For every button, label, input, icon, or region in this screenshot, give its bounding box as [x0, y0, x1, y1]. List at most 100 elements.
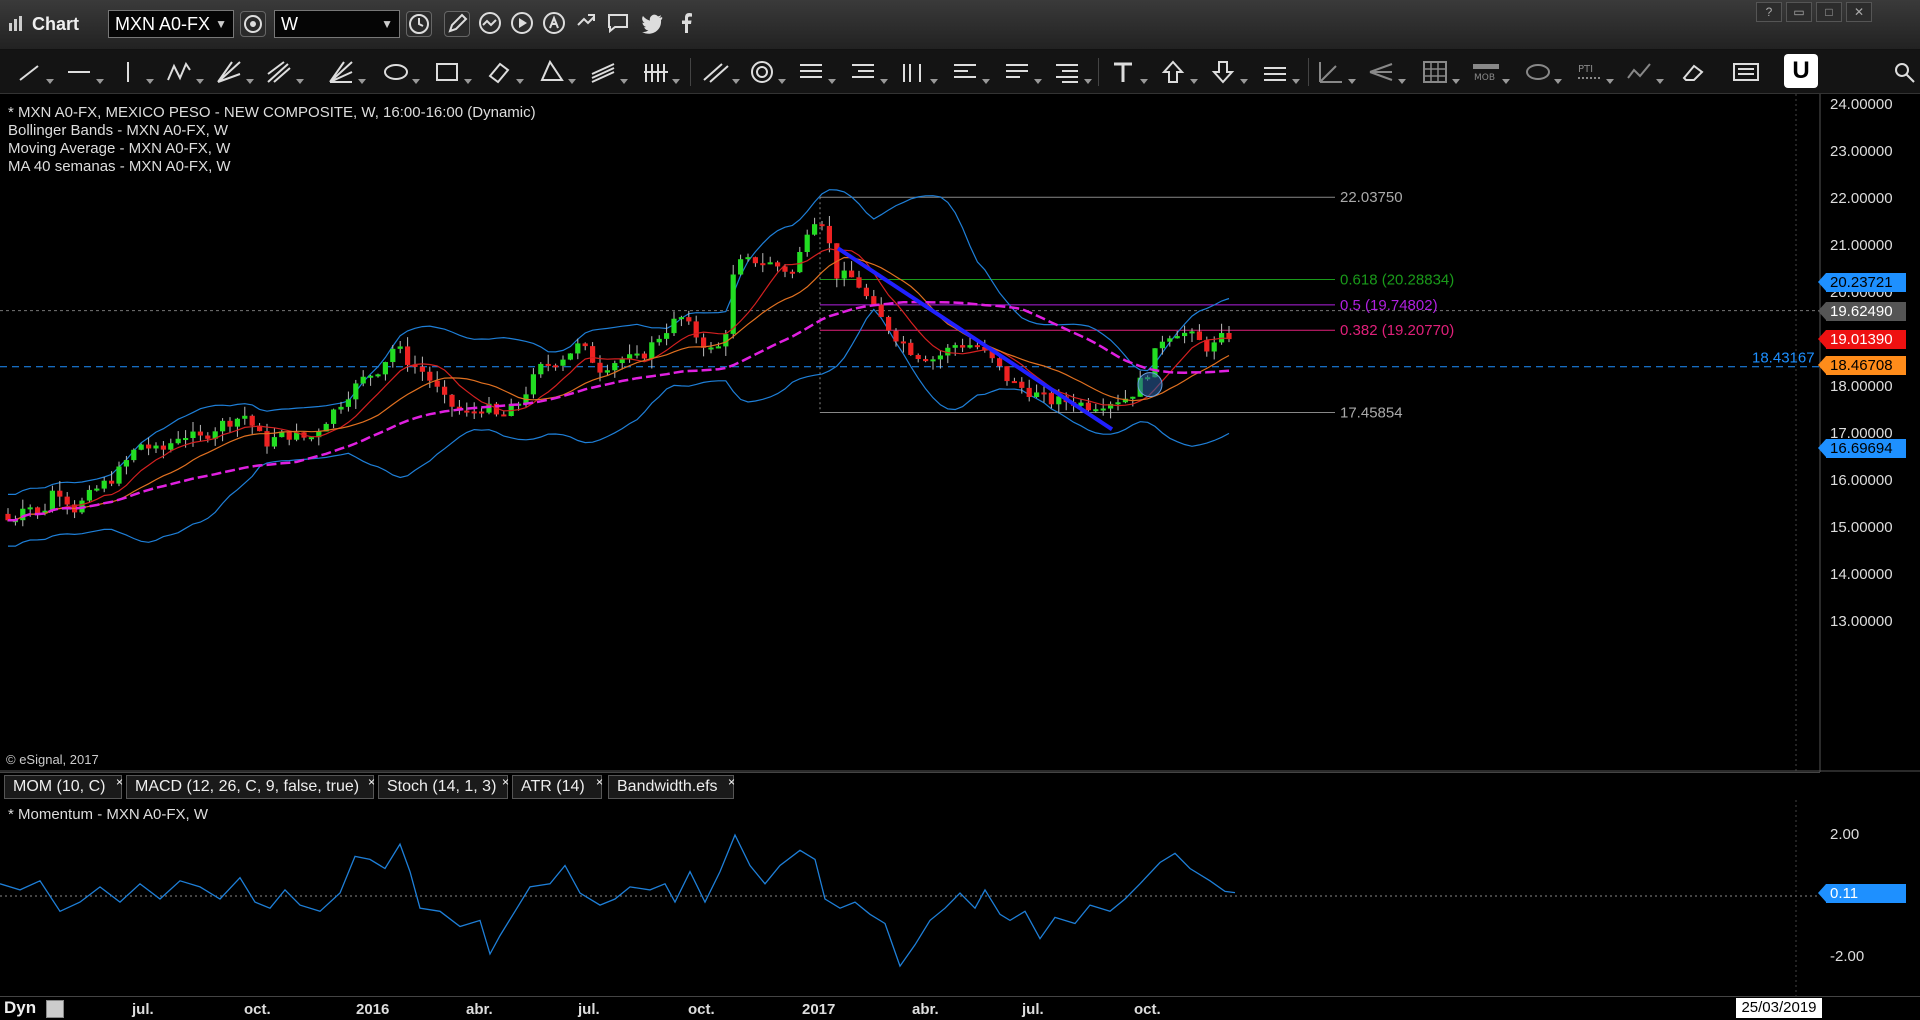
facebook-icon[interactable] [674, 11, 700, 37]
close-window-button[interactable]: ✕ [1846, 2, 1872, 22]
close-icon[interactable]: × [116, 771, 123, 793]
settings-icon[interactable] [240, 11, 266, 37]
price-chart[interactable]: 18.43167 22.03750 0.618 (20.28834) 0.5 (19… [0, 94, 1920, 772]
eraser-tool[interactable] [1678, 58, 1720, 86]
grid-tool[interactable] [1420, 58, 1462, 86]
bear-candle [826, 225, 832, 244]
triangle-tool[interactable] [536, 58, 578, 86]
pitchfork-tool[interactable] [1366, 58, 1408, 86]
bull-candle [767, 262, 773, 265]
andrews-tool[interactable] [1624, 58, 1666, 86]
ellipse-tool[interactable] [380, 58, 422, 86]
arrow-down-tool[interactable] [1208, 58, 1250, 86]
regression-tool[interactable] [1002, 58, 1044, 86]
time-tick-label: jul. [1022, 1001, 1044, 1018]
tab-atr[interactable]: ATR (14) × [512, 775, 603, 799]
parallel-tool[interactable] [700, 58, 742, 86]
mob-tool[interactable]: MOB [1470, 58, 1512, 86]
bear-candle [908, 342, 914, 355]
line-tool[interactable] [14, 58, 56, 86]
bull-candle [730, 274, 736, 334]
arrow-up-tool[interactable] [1158, 58, 1200, 86]
quadrant-tool[interactable] [1052, 58, 1094, 86]
close-icon[interactable]: × [502, 771, 509, 793]
horizontal-line-tool[interactable] [64, 58, 106, 86]
tab-mom[interactable]: MOM (10, C) × [4, 775, 123, 799]
price-tag: 16.69694 [1818, 439, 1906, 459]
indicator-tabs: MOM (10, C) × MACD (12, 26, C, 9, false, … [0, 772, 1820, 800]
interval-combo[interactable]: W ▼ [274, 10, 400, 38]
text-tool[interactable] [1108, 58, 1150, 86]
close-icon[interactable]: × [596, 771, 603, 793]
legend-ma40: MA 40 semanas - MXN A0-FX, W [8, 158, 231, 175]
mom-tick-neg2: -2.00 [1830, 948, 1865, 965]
clock-icon[interactable] [406, 11, 432, 37]
twitter-icon[interactable] [640, 11, 666, 37]
fib-time-tool[interactable] [898, 58, 940, 86]
u-button[interactable]: U [1784, 54, 1818, 88]
diamond-tool[interactable] [484, 58, 526, 86]
momentum-chart[interactable] [0, 800, 1920, 996]
pti-tool[interactable]: PTI [1574, 58, 1616, 86]
time-tick-label: 2017 [802, 1001, 836, 1018]
tab-label: Stoch (14, 1, 3) [387, 778, 497, 795]
fib-retracement-tool[interactable] [796, 58, 838, 86]
bear-candle [1204, 339, 1210, 352]
bear-candle [405, 346, 411, 365]
ellipse-alt-tool[interactable] [1522, 58, 1564, 86]
tab-macd[interactable]: MACD (12, 26, C, 9, false, true) × [126, 775, 375, 799]
tab-bandwidth[interactable]: Bandwidth.efs × [608, 775, 735, 799]
magnifier-tool[interactable] [1890, 58, 1916, 86]
bear-candle [160, 445, 166, 450]
maximize-window-button[interactable]: □ [1816, 2, 1842, 22]
bull-candle [1159, 341, 1165, 349]
play-icon[interactable] [510, 11, 536, 37]
bear-candle [582, 343, 588, 347]
bull-candle [1093, 409, 1099, 412]
notes-tool[interactable] [1730, 58, 1772, 86]
help-window-button[interactable]: ? [1756, 2, 1782, 22]
speed-lines-tool[interactable] [950, 58, 992, 86]
zigzag-tool[interactable] [164, 58, 206, 86]
bull-candle [382, 362, 388, 375]
bear-candle [249, 415, 255, 426]
fibonacci-retracement: 22.03750 0.618 (20.28834) 0.5 (19.74802) 0.… [819, 189, 1454, 421]
vertical-line-tool[interactable] [114, 58, 156, 86]
title-bar: Chart MXN A0-FX ▼ W ▼ ? ▭ □ ✕ [0, 0, 1920, 50]
bollinger-lower [8, 308, 1230, 547]
chat-icon[interactable] [606, 11, 632, 37]
channel-tool[interactable] [588, 58, 630, 86]
bear-candle [1041, 392, 1047, 395]
bear-candle [997, 358, 1003, 367]
rectangle-tool[interactable] [432, 58, 474, 86]
price-line-tool[interactable] [1260, 58, 1302, 86]
symbol-combo[interactable]: MXN A0-FX ▼ [108, 10, 234, 38]
fibonacci-fan-tool[interactable] [264, 58, 306, 86]
tab-stoch[interactable]: Stoch (14, 1, 3) × [378, 775, 509, 799]
bull-candle [841, 270, 847, 279]
bear-candle [553, 365, 559, 368]
fib-extension-tool[interactable] [848, 58, 890, 86]
bear-candle [1026, 387, 1032, 398]
compare-icon[interactable] [478, 11, 504, 37]
gann-box-tool[interactable] [326, 58, 368, 86]
restore-window-button[interactable]: ▭ [1786, 2, 1812, 22]
gann-fan-tool[interactable] [214, 58, 256, 86]
cycle-lines-tool[interactable] [640, 58, 682, 86]
bull-candle [368, 375, 374, 378]
angle-tool[interactable] [1316, 58, 1358, 86]
pencil-icon[interactable] [444, 11, 470, 37]
bull-candle [937, 355, 943, 360]
date-field[interactable]: 25/03/2019 [1736, 998, 1822, 1018]
dyn-toggle[interactable] [46, 1000, 64, 1018]
bull-candle [1189, 331, 1195, 334]
bull-candle [308, 437, 314, 440]
close-icon[interactable]: × [728, 771, 735, 793]
price-tag: 20.23721 [1818, 272, 1906, 292]
bull-candle [1115, 402, 1121, 405]
close-icon[interactable]: × [368, 771, 375, 793]
link-icon[interactable] [574, 11, 600, 37]
circle-tool[interactable] [746, 58, 788, 86]
bear-candle [109, 480, 115, 484]
alert-icon[interactable] [542, 11, 568, 37]
